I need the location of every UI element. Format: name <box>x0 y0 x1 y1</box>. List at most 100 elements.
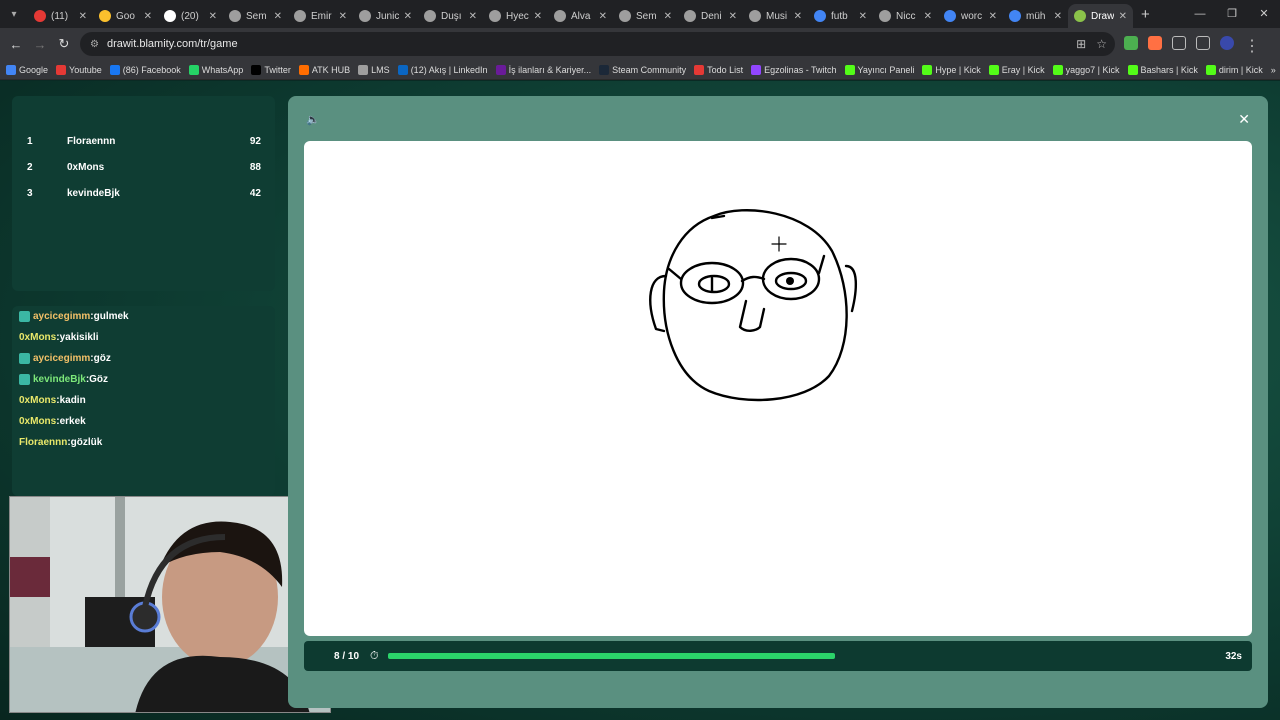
close-window-icon[interactable]: ✕ <box>1248 0 1280 28</box>
tab-strip: (11) ✕ Goo ✕ (20) ✕ Sem ✕ Emir ✕ Junic ✕ Duşı ✕ Hyec ✕ Á… <box>28 0 1133 28</box>
bookmark-item[interactable]: Twitter <box>251 64 291 75</box>
bookmark-item[interactable]: Bashars | Kick <box>1127 64 1198 75</box>
bookmark-item[interactable]: Google <box>6 64 49 75</box>
bookmark-item[interactable]: Youtube <box>56 64 102 75</box>
browser-tab[interactable]: Musi ✕ <box>743 4 808 28</box>
bookmark-item[interactable]: Eray | Kick <box>988 64 1045 75</box>
more-bookmarks-icon[interactable]: » <box>1271 65 1280 75</box>
url-bar[interactable]: ⚙ drawit.blamity.com/tr/game ⊞ ☆ <box>80 32 1115 56</box>
bookmark-item[interactable]: Egzolinas - Twitch <box>751 64 837 75</box>
bookmark-item[interactable]: ATK HUB <box>298 64 350 75</box>
tab-title: worc <box>961 10 983 22</box>
bookmark-star-icon[interactable]: ☆ <box>1096 37 1107 51</box>
tab-close-icon[interactable]: ✕ <box>274 11 282 22</box>
tab-close-icon[interactable]: ✕ <box>469 11 477 22</box>
browser-tab[interactable]: Draw ✕ <box>1068 4 1133 28</box>
tab-close-icon[interactable]: ✕ <box>79 11 87 22</box>
game-page: 1 Floraennn 92 2 0xMons 88 3 kevindeBjk 42 ayciс… <box>0 81 1280 720</box>
tab-close-icon[interactable]: ✕ <box>209 11 217 22</box>
tab-title: Sem <box>636 10 657 22</box>
browser-tab[interactable]: (11) ✕ <box>28 4 93 28</box>
browser-tab[interactable]: müh ✕ <box>1003 4 1068 28</box>
browser-tab[interactable]: Nicc ✕ <box>873 4 938 28</box>
extension-icon[interactable] <box>1148 36 1162 50</box>
tab-title: müh <box>1026 10 1046 22</box>
bookmark-item[interactable]: yaggo7 | Kick <box>1052 64 1120 75</box>
bookmark-item[interactable]: WhatsApp <box>188 64 243 75</box>
tab-close-icon[interactable]: ✕ <box>664 11 672 22</box>
bookmark-item[interactable]: Yayıncı Paneli <box>844 64 914 75</box>
bookmark-favicon-icon <box>1052 64 1063 75</box>
tab-close-icon[interactable]: ✕ <box>859 11 867 22</box>
tab-close-icon[interactable]: ✕ <box>989 11 997 22</box>
browser-tab[interactable]: Junic ✕ <box>353 4 418 28</box>
leaderboard-name: 0xMons <box>67 161 105 173</box>
tab-close-icon[interactable]: ✕ <box>534 11 542 22</box>
tab-title: Junic <box>376 10 399 22</box>
tab-close-icon[interactable]: ✕ <box>144 11 152 22</box>
bookmark-item[interactable]: (86) Facebook <box>109 64 181 75</box>
browser-tab[interactable]: Deni ✕ <box>678 4 743 28</box>
bookmark-item[interactable]: dirim | Kick <box>1205 64 1263 75</box>
browser-tab[interactable]: Hyec ✕ <box>483 4 548 28</box>
close-icon[interactable]: ✕ <box>1238 111 1250 128</box>
tab-close-icon[interactable]: ✕ <box>339 11 347 22</box>
tab-close-icon[interactable]: ✕ <box>729 11 737 22</box>
tab-favicon-icon <box>229 10 241 22</box>
menu-icon[interactable]: ⋮ <box>1244 36 1260 55</box>
tab-close-icon[interactable]: ✕ <box>404 11 412 22</box>
browser-tab[interactable]: Sem ✕ <box>223 4 288 28</box>
head-outline <box>662 209 848 402</box>
bookmark-item[interactable]: İş ilanları & Kariyer... <box>495 64 591 75</box>
tab-favicon-icon <box>684 10 696 22</box>
tab-close-icon[interactable]: ✕ <box>1054 11 1062 22</box>
tab-favicon-icon <box>424 10 436 22</box>
tab-close-icon[interactable]: ✕ <box>924 11 932 22</box>
bookmark-label: Hype | Kick <box>935 64 981 75</box>
tab-close-icon[interactable]: ✕ <box>1119 11 1127 22</box>
translate-icon[interactable]: ⊞ <box>1076 37 1086 51</box>
bookmark-item[interactable]: Steam Community <box>599 64 686 75</box>
forward-icon[interactable]: → <box>28 37 52 52</box>
new-tab-icon[interactable]: + <box>1141 6 1150 23</box>
shield-extension-icon[interactable] <box>1124 36 1138 50</box>
back-icon[interactable]: ← <box>4 37 28 52</box>
pen-cursor <box>771 236 787 252</box>
leaderboard-row: 1 Floraennn 92 <box>12 128 275 154</box>
bookmark-item[interactable]: Todo List <box>694 64 743 75</box>
bookmark-item[interactable]: Hype | Kick <box>922 64 981 75</box>
tab-search-icon[interactable]: ▾ <box>0 0 28 28</box>
tab-close-icon[interactable]: ✕ <box>599 11 607 22</box>
minimize-icon[interactable]: — <box>1184 0 1216 28</box>
reading-list-icon[interactable] <box>1196 36 1210 50</box>
reload-icon[interactable]: ↻ <box>52 36 76 52</box>
browser-tab[interactable]: Goo ✕ <box>93 4 158 28</box>
bookmark-item[interactable]: (12) Akış | LinkedIn <box>397 64 488 75</box>
bookmark-item[interactable]: LMS <box>358 64 390 75</box>
site-info-icon[interactable]: ⚙ <box>90 39 99 50</box>
drawing-canvas[interactable] <box>304 141 1252 636</box>
browser-tab[interactable]: Álva ✕ <box>548 4 613 28</box>
bookmark-favicon-icon <box>56 64 67 75</box>
profile-avatar[interactable] <box>1220 36 1234 50</box>
bookmark-label: Youtube <box>69 64 102 75</box>
timer-icon: ⏱ <box>370 649 379 662</box>
browser-tab[interactable]: Sem ✕ <box>613 4 678 28</box>
bookmark-label: Google <box>19 64 49 75</box>
browser-tab[interactable]: worc ✕ <box>938 4 1003 28</box>
extensions: ⋮ <box>1124 36 1260 55</box>
browser-tab[interactable]: (20) ✕ <box>158 4 223 28</box>
leaderboard: 1 Floraennn 92 2 0xMons 88 3 kevindeBjk 42 <box>12 96 275 291</box>
user-badge-icon <box>19 311 30 322</box>
tab-close-icon[interactable]: ✕ <box>794 11 802 22</box>
browser-tab[interactable]: Duşı ✕ <box>418 4 483 28</box>
browser-tab[interactable]: Emir ✕ <box>288 4 353 28</box>
browser-tab[interactable]: futb ✕ <box>808 4 873 28</box>
puzzle-icon[interactable] <box>1172 36 1186 50</box>
tab-favicon-icon <box>554 10 566 22</box>
tab-favicon-icon <box>34 10 46 22</box>
speaker-icon[interactable]: 🔈 <box>306 113 320 126</box>
maximize-icon[interactable]: ❐ <box>1216 0 1248 28</box>
bookmark-favicon-icon <box>109 64 120 75</box>
chat-message: kevindeBjk:Göz <box>19 369 268 390</box>
